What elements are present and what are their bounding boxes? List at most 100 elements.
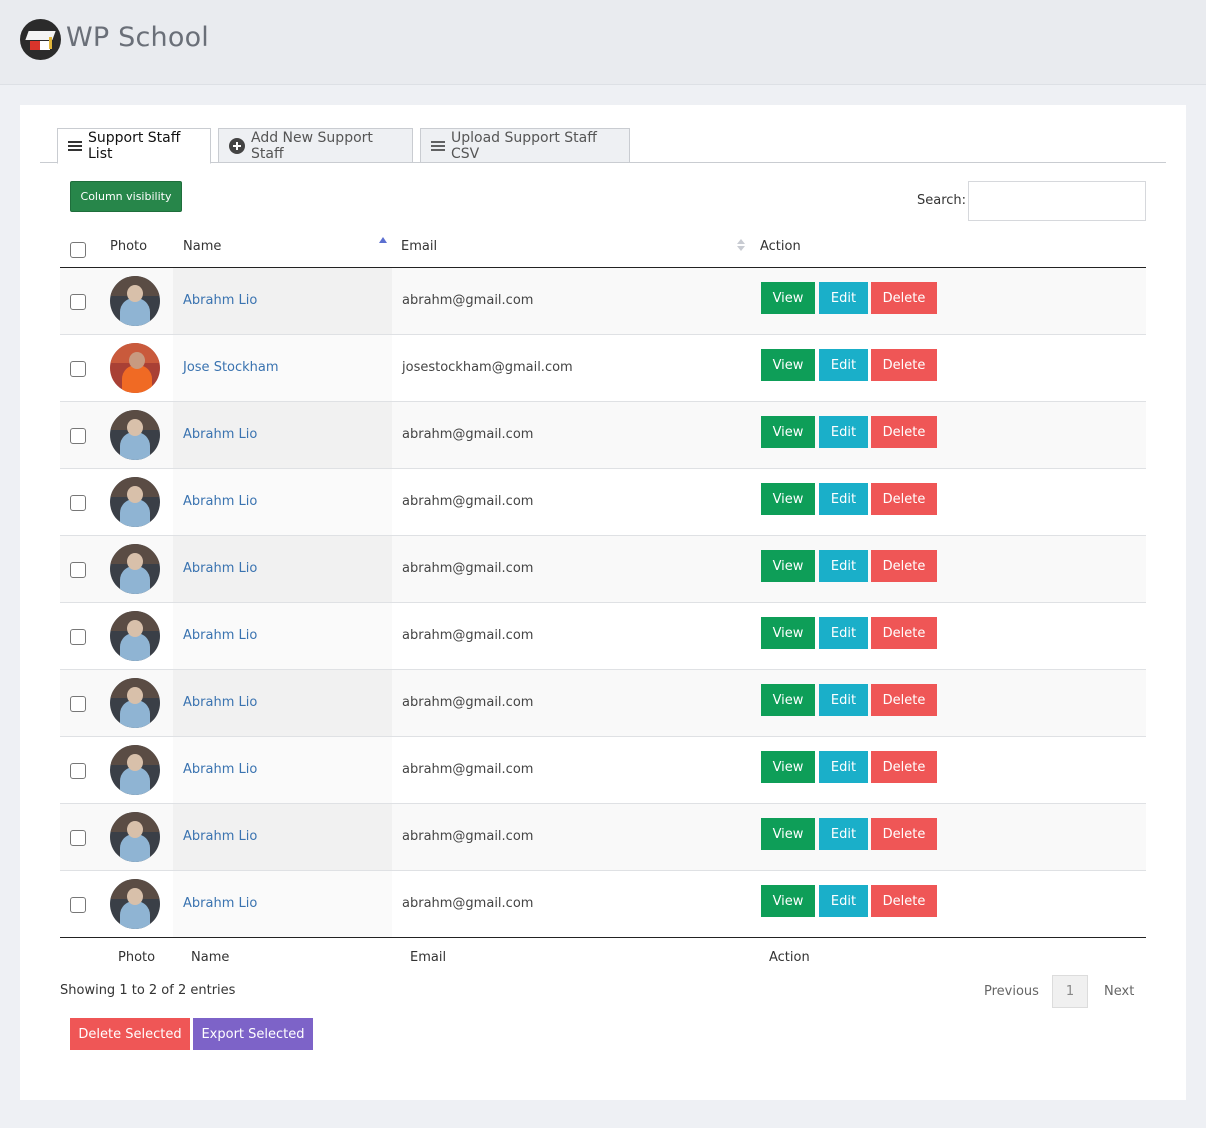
delete-button[interactable]: Delete [871, 684, 937, 716]
header-action: Action [760, 239, 801, 254]
school-logo-icon[interactable] [20, 19, 61, 60]
view-button[interactable]: View [761, 751, 815, 783]
sort-ascending-icon[interactable] [379, 237, 387, 243]
header-email[interactable]: Email [401, 239, 437, 254]
view-button[interactable]: View [761, 282, 815, 314]
avatar [110, 544, 160, 594]
staff-email: abrahm@gmail.com [402, 561, 534, 576]
delete-button[interactable]: Delete [871, 818, 937, 850]
view-button[interactable]: View [761, 818, 815, 850]
list-icon [431, 140, 445, 151]
staff-name-link[interactable]: Abrahm Lio [183, 695, 257, 710]
row-checkbox[interactable] [70, 696, 86, 712]
staff-name-link[interactable]: Abrahm Lio [183, 829, 257, 844]
edit-button[interactable]: Edit [819, 550, 868, 582]
list-icon [68, 141, 82, 151]
search-input[interactable] [968, 181, 1146, 221]
view-button[interactable]: View [761, 550, 815, 582]
footer-action: Action [769, 950, 810, 965]
avatar [110, 276, 160, 326]
avatar [110, 343, 160, 393]
edit-button[interactable]: Edit [819, 282, 868, 314]
edit-button[interactable]: Edit [819, 483, 868, 515]
delete-button[interactable]: Delete [871, 550, 937, 582]
edit-button[interactable]: Edit [819, 617, 868, 649]
edit-button[interactable]: Edit [819, 818, 868, 850]
row-checkbox[interactable] [70, 428, 86, 444]
select-all-checkbox[interactable] [70, 242, 86, 258]
delete-selected-button[interactable]: Delete Selected [70, 1018, 190, 1050]
avatar [110, 745, 160, 795]
edit-button[interactable]: Edit [819, 684, 868, 716]
edit-button[interactable]: Edit [819, 349, 868, 381]
staff-name-link[interactable]: Jose Stockham [183, 360, 279, 375]
delete-button[interactable]: Delete [871, 483, 937, 515]
delete-button[interactable]: Delete [871, 416, 937, 448]
tab-bar: Support Staff List Add New Support Staff… [40, 128, 1166, 164]
tab-support-staff-list[interactable]: Support Staff List [57, 128, 211, 164]
row-checkbox[interactable] [70, 361, 86, 377]
view-button[interactable]: View [761, 416, 815, 448]
row-checkbox[interactable] [70, 294, 86, 310]
table-row: Abrahm Lio abrahm@gmail.com View Edit Delete [60, 469, 1146, 536]
header-photo[interactable]: Photo [110, 239, 147, 254]
staff-name-link[interactable]: Abrahm Lio [183, 628, 257, 643]
pagination-previous[interactable]: Previous [984, 984, 1039, 999]
row-checkbox[interactable] [70, 830, 86, 846]
app-title[interactable]: WP School [66, 22, 209, 53]
row-checkbox[interactable] [70, 495, 86, 511]
footer-email: Email [410, 950, 447, 965]
table-row: Abrahm Lio abrahm@gmail.com View Edit Delete [60, 603, 1146, 670]
table-header: Photo Name Email Action [60, 230, 1146, 268]
pagination-page-1[interactable]: 1 [1052, 975, 1088, 1008]
row-checkbox[interactable] [70, 763, 86, 779]
view-button[interactable]: View [761, 483, 815, 515]
tab-upload-support-staff-csv[interactable]: Upload Support Staff CSV [420, 128, 630, 163]
sort-icon[interactable] [737, 239, 745, 251]
staff-name-link[interactable]: Abrahm Lio [183, 494, 257, 509]
view-button[interactable]: View [761, 684, 815, 716]
staff-email: abrahm@gmail.com [402, 494, 534, 509]
entries-info: Showing 1 to 2 of 2 entries [60, 983, 236, 998]
search-label: Search: [917, 193, 967, 208]
delete-button[interactable]: Delete [871, 885, 937, 917]
table-row: Abrahm Lio abrahm@gmail.com View Edit Delete [60, 871, 1146, 938]
avatar [110, 410, 160, 460]
staff-name-link[interactable]: Abrahm Lio [183, 293, 257, 308]
delete-button[interactable]: Delete [871, 617, 937, 649]
edit-button[interactable]: Edit [819, 416, 868, 448]
staff-email: abrahm@gmail.com [402, 896, 534, 911]
table-row: Jose Stockham josestockham@gmail.com View E… [60, 335, 1146, 402]
staff-name-link[interactable]: Abrahm Lio [183, 561, 257, 576]
delete-button[interactable]: Delete [871, 751, 937, 783]
table-row: Abrahm Lio abrahm@gmail.com View Edit Delete [60, 737, 1146, 804]
column-visibility-button[interactable]: Column visibility [70, 181, 182, 212]
row-checkbox[interactable] [70, 629, 86, 645]
avatar [110, 879, 160, 929]
delete-button[interactable]: Delete [871, 349, 937, 381]
staff-email: abrahm@gmail.com [402, 293, 534, 308]
table-row: Abrahm Lio abrahm@gmail.com View Edit Delete [60, 268, 1146, 335]
staff-name-link[interactable]: Abrahm Lio [183, 896, 257, 911]
header-name[interactable]: Name [183, 239, 221, 254]
row-checkbox[interactable] [70, 562, 86, 578]
view-button[interactable]: View [761, 349, 815, 381]
view-button[interactable]: View [761, 617, 815, 649]
staff-name-link[interactable]: Abrahm Lio [183, 427, 257, 442]
staff-name-link[interactable]: Abrahm Lio [183, 762, 257, 777]
row-checkbox[interactable] [70, 897, 86, 913]
avatar [110, 678, 160, 728]
pagination-next[interactable]: Next [1104, 984, 1134, 999]
avatar [110, 812, 160, 862]
delete-button[interactable]: Delete [871, 282, 937, 314]
view-button[interactable]: View [761, 885, 815, 917]
footer-name: Name [191, 950, 230, 965]
avatar [110, 611, 160, 661]
staff-email: abrahm@gmail.com [402, 427, 534, 442]
export-selected-button[interactable]: Export Selected [193, 1018, 313, 1050]
edit-button[interactable]: Edit [819, 751, 868, 783]
edit-button[interactable]: Edit [819, 885, 868, 917]
tab-add-new-support-staff[interactable]: Add New Support Staff [218, 128, 413, 163]
table-row: Abrahm Lio abrahm@gmail.com View Edit Delete [60, 804, 1146, 871]
plus-circle-icon [229, 137, 245, 154]
